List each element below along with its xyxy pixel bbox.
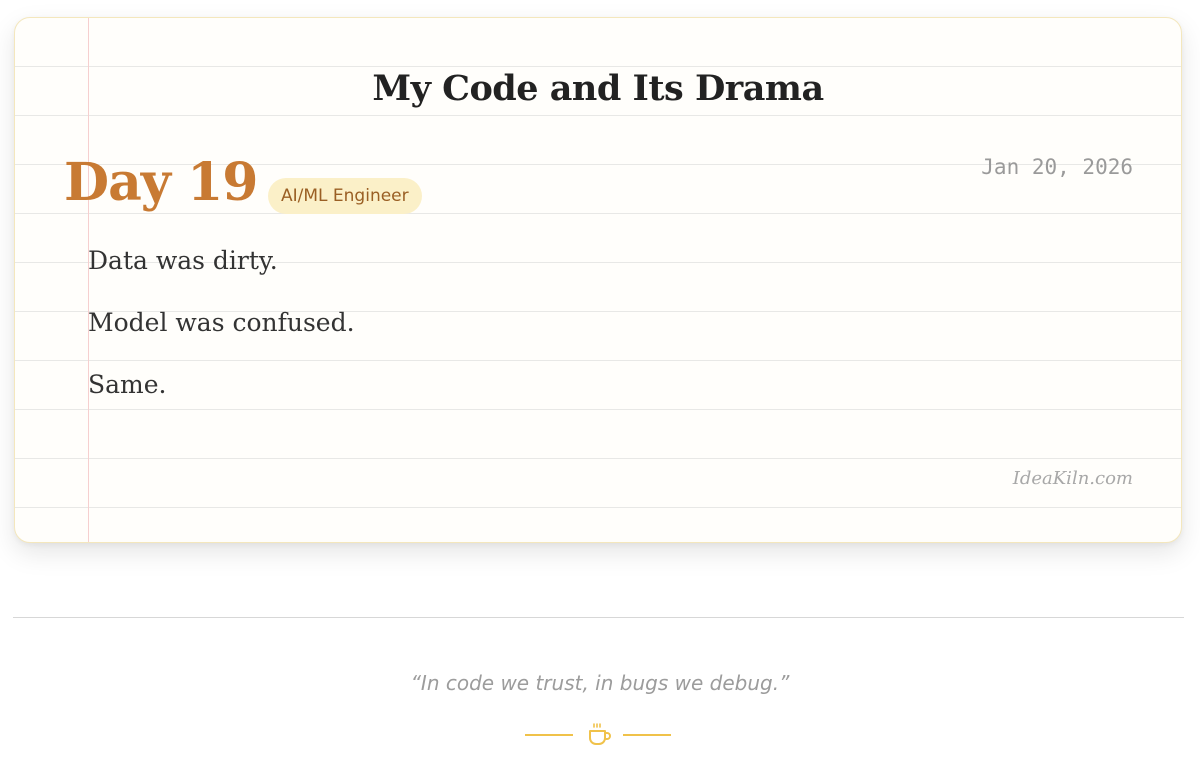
section-divider	[13, 617, 1184, 618]
ornament-rule-left	[525, 734, 573, 736]
entry-line: Data was dirty.	[88, 246, 278, 275]
coffee-cup-icon	[589, 723, 611, 745]
entry-line: Model was confused.	[88, 308, 355, 337]
ornament-rule-right	[623, 734, 671, 736]
day-label: Day 19	[64, 152, 258, 213]
footer-ornament	[525, 720, 675, 750]
footer-quote: “In code we trust, in bugs we debug.”	[410, 671, 790, 695]
page-title: My Code and Its Drama	[372, 68, 824, 109]
entry-line: Same.	[88, 370, 167, 399]
site-watermark: IdeaKiln.com	[1012, 468, 1133, 489]
journal-card: My Code and Its Drama Day 19 AI/ML Engin…	[14, 17, 1182, 543]
entry-lines: Data was dirty. Model was confused. Same…	[88, 241, 355, 427]
role-badge: AI/ML Engineer	[268, 178, 422, 214]
entry-date: Jan 20, 2026	[981, 155, 1133, 179]
